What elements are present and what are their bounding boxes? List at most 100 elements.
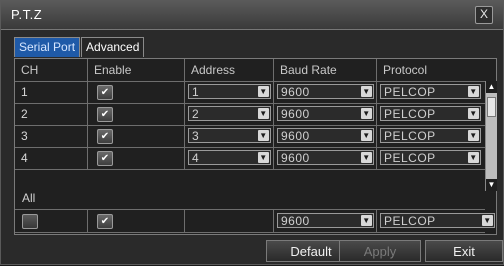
baud-rate-value: 9600 [281, 151, 310, 165]
dropdown-arrow-icon: ▼ [361, 130, 372, 141]
all-protocol-cell: PELCOP ▼ [377, 210, 495, 232]
channel-number: 2 [15, 103, 88, 125]
protocol-value: PELCOP [384, 214, 436, 228]
all-baud-rate-select[interactable]: 9600 ▼ [277, 213, 374, 228]
channel-number: 1 [15, 81, 88, 103]
baud-rate-value: 9600 [281, 107, 310, 121]
baud-rate-select[interactable]: 9600 ▼ [277, 150, 374, 165]
dropdown-arrow-icon: ▼ [468, 130, 479, 141]
baud-rate-select[interactable]: 9600 ▼ [277, 84, 374, 99]
column-header-protocol: Protocol [383, 63, 428, 77]
baud-rate-cell: 9600 ▼ [274, 103, 377, 125]
dropdown-arrow-icon: ▼ [258, 152, 269, 163]
all-address-cell [185, 210, 274, 232]
select-all-cell [15, 210, 88, 232]
baud-rate-value: 9600 [281, 129, 310, 143]
protocol-select[interactable]: PELCOP ▼ [380, 84, 481, 99]
enable-checkbox[interactable]: ✔ [97, 107, 113, 122]
baud-rate-cell: 9600 ▼ [274, 81, 377, 103]
protocol-value: PELCOP [384, 85, 436, 99]
address-value: 4 [192, 151, 200, 165]
dialog-footer: Default Apply Exit [1, 240, 504, 266]
apply-button[interactable]: Apply [339, 240, 421, 262]
protocol-cell: PELCOP ▼ [377, 147, 485, 169]
scroll-up-icon[interactable]: ▲ [486, 81, 497, 93]
dropdown-arrow-icon: ▼ [258, 130, 269, 141]
close-button[interactable]: X [475, 6, 493, 24]
address-select[interactable]: 1 ▼ [188, 84, 271, 99]
protocol-select[interactable]: PELCOP ▼ [380, 106, 481, 121]
exit-button[interactable]: Exit [425, 240, 503, 262]
address-value: 3 [192, 129, 200, 143]
baud-rate-value: 9600 [281, 214, 310, 228]
dropdown-arrow-icon: ▼ [361, 152, 372, 163]
table-scrollbar[interactable]: ▲ ▼ [485, 81, 497, 191]
enable-checkbox[interactable]: ✔ [97, 85, 113, 100]
enable-checkbox[interactable]: ✔ [97, 151, 113, 166]
address-value: 1 [192, 85, 200, 99]
check-icon: ✔ [100, 216, 110, 227]
tab-serial-port[interactable]: Serial Port [14, 37, 81, 57]
baud-rate-select[interactable]: 9600 ▼ [277, 128, 374, 143]
title-bar: P.T.Z X [1, 1, 503, 30]
dropdown-arrow-icon: ▼ [258, 108, 269, 119]
dropdown-arrow-icon: ▼ [361, 86, 372, 97]
address-select[interactable]: 4 ▼ [188, 150, 271, 165]
scroll-thumb[interactable] [487, 97, 496, 117]
table-header: CH Enable Address Baud Rate Protocol [15, 59, 485, 82]
address-cell: 3 ▼ [185, 125, 274, 147]
enable-cell: ✔ [88, 125, 185, 147]
all-enable-cell: ✔ [88, 210, 185, 232]
address-value: 2 [192, 107, 200, 121]
address-cell: 1 ▼ [185, 81, 274, 103]
channel-number: 3 [15, 125, 88, 147]
dropdown-arrow-icon: ▼ [258, 86, 269, 97]
all-settings-row: ✔ 9600 ▼ PELCOP ▼ [15, 209, 495, 233]
check-icon: ✔ [100, 109, 110, 120]
address-select[interactable]: 2 ▼ [188, 106, 271, 121]
column-header-baud-rate: Baud Rate [274, 59, 377, 81]
table-row: 1 ✔ 1 ▼ 9600 ▼ PELCOP ▼ [15, 81, 485, 104]
baud-rate-cell: 9600 ▼ [274, 125, 377, 147]
dropdown-arrow-icon: ▼ [468, 86, 479, 97]
dropdown-arrow-icon: ▼ [468, 152, 479, 163]
table-row: 3 ✔ 3 ▼ 9600 ▼ PELCOP ▼ [15, 125, 485, 148]
baud-rate-cell: 9600 ▼ [274, 147, 377, 169]
dropdown-arrow-icon: ▼ [482, 215, 493, 226]
address-cell: 4 ▼ [185, 147, 274, 169]
all-section-label: All [22, 191, 36, 205]
tab-bar: Serial Port Advanced [14, 37, 145, 58]
protocol-select[interactable]: PELCOP ▼ [380, 150, 481, 165]
protocol-cell: PELCOP ▼ [377, 103, 485, 125]
all-protocol-select[interactable]: PELCOP ▼ [380, 213, 495, 228]
dropdown-arrow-icon: ▼ [361, 108, 372, 119]
address-select[interactable]: 3 ▼ [188, 128, 271, 143]
column-header-address: Address [185, 59, 274, 81]
protocol-select[interactable]: PELCOP ▼ [380, 128, 481, 143]
select-all-checkbox[interactable] [22, 214, 38, 229]
check-icon: ✔ [100, 153, 110, 164]
enable-cell: ✔ [88, 147, 185, 169]
baud-rate-value: 9600 [281, 85, 310, 99]
channel-number: 4 [15, 147, 88, 169]
dropdown-arrow-icon: ▼ [468, 108, 479, 119]
enable-cell: ✔ [88, 103, 185, 125]
protocol-cell: PELCOP ▼ [377, 81, 485, 103]
tab-advanced[interactable]: Advanced [81, 37, 145, 57]
table-row: 2 ✔ 2 ▼ 9600 ▼ PELCOP ▼ [15, 103, 485, 126]
column-header-ch: CH [15, 59, 88, 81]
table-row: 4 ✔ 4 ▼ 9600 ▼ PELCOP ▼ [15, 147, 485, 170]
all-enable-checkbox[interactable]: ✔ [97, 214, 113, 229]
enable-checkbox[interactable]: ✔ [97, 129, 113, 144]
baud-rate-select[interactable]: 9600 ▼ [277, 106, 374, 121]
enable-cell: ✔ [88, 81, 185, 103]
protocol-value: PELCOP [384, 151, 436, 165]
protocol-value: PELCOP [384, 129, 436, 143]
protocol-value: PELCOP [384, 107, 436, 121]
scroll-down-icon[interactable]: ▼ [486, 179, 497, 191]
check-icon: ✔ [100, 131, 110, 142]
address-cell: 2 ▼ [185, 103, 274, 125]
all-baud-rate-cell: 9600 ▼ [274, 210, 377, 232]
check-icon: ✔ [100, 87, 110, 98]
ptz-dialog: P.T.Z X Serial Port Advanced CH Enable A… [0, 0, 504, 265]
